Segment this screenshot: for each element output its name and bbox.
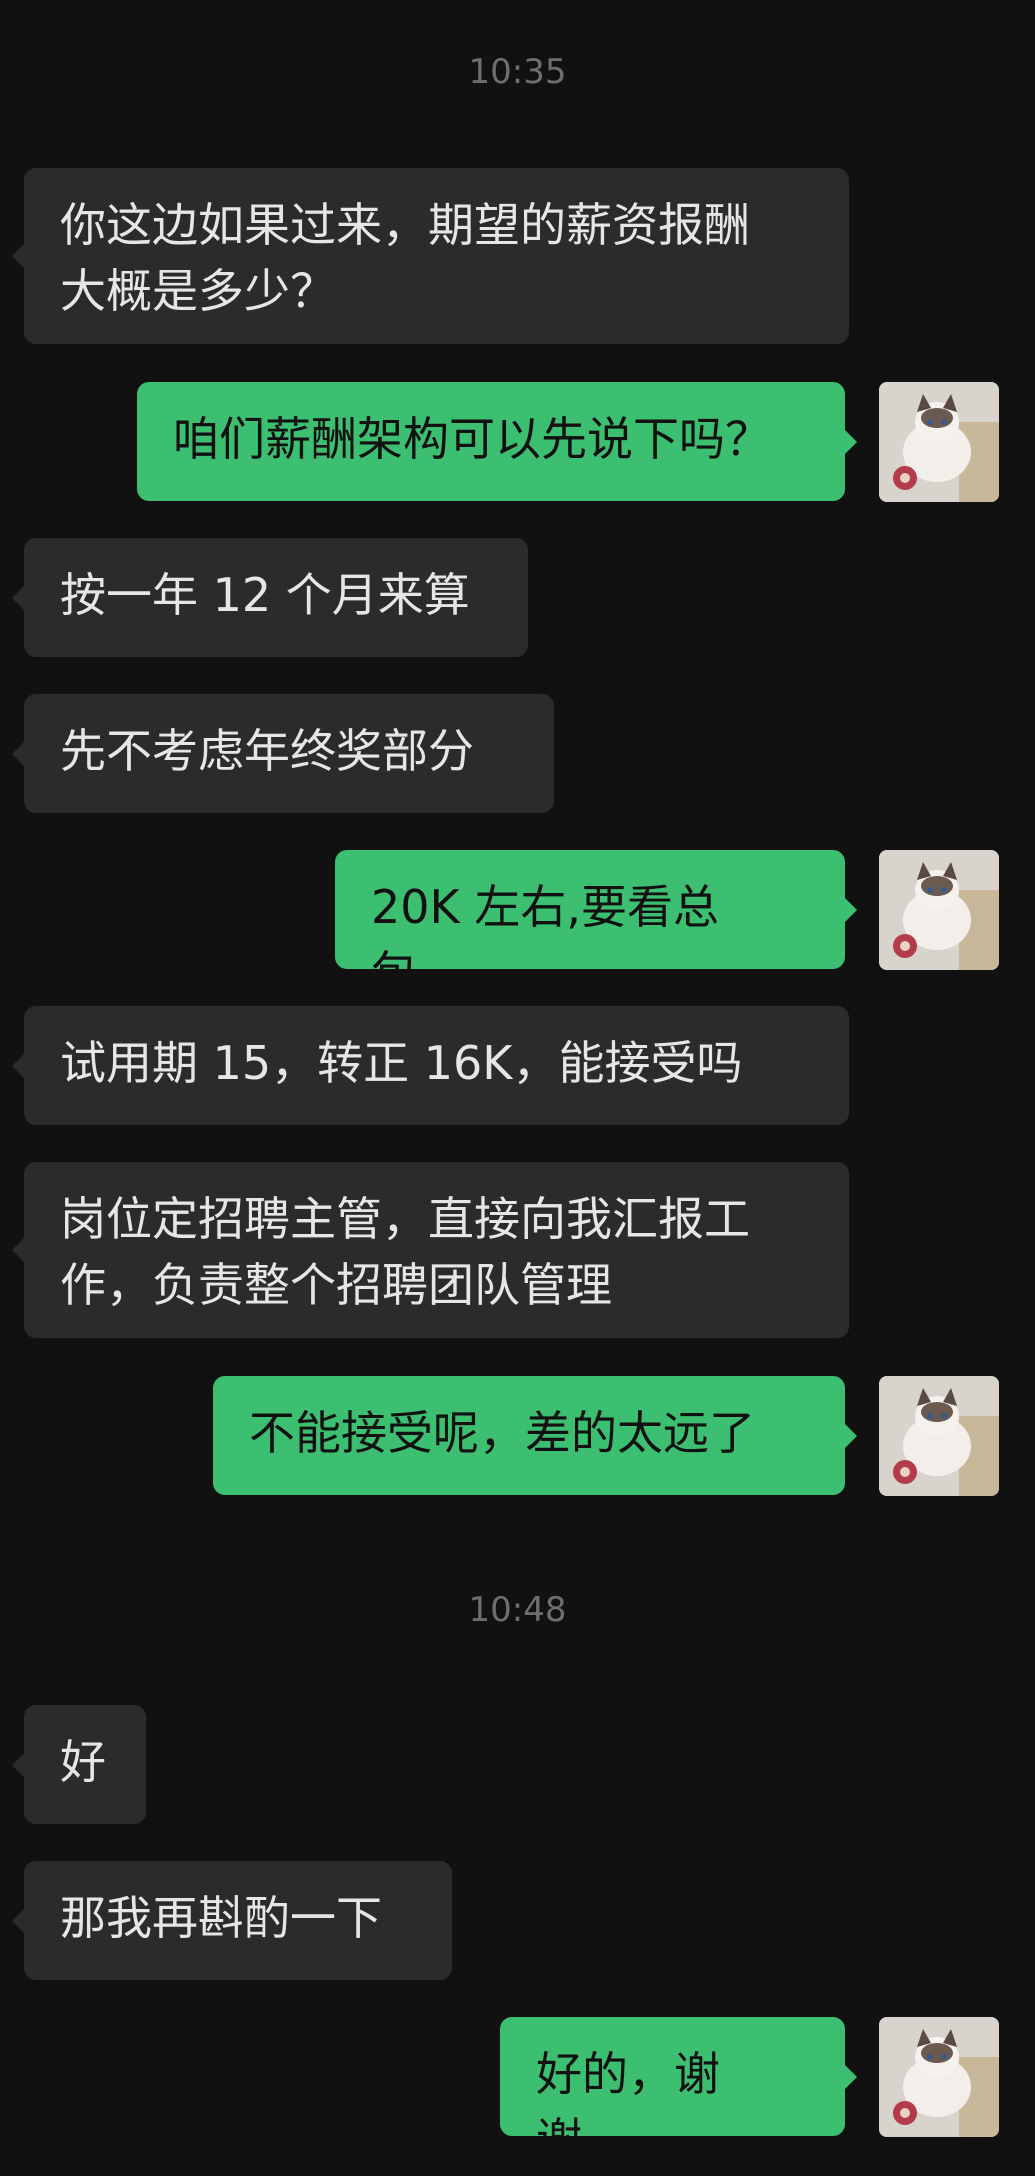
user-avatar[interactable] (879, 2017, 999, 2137)
message-incoming[interactable]: 那我再斟酌一下 (12, 1861, 452, 1980)
message-incoming[interactable]: 岗位定招聘主管，直接向我汇报工 作，负责整个招聘团队管理 (12, 1162, 849, 1338)
user-avatar[interactable] (879, 850, 999, 970)
cat-avatar-icon (879, 2017, 999, 2137)
message-incoming[interactable]: 好 (12, 1705, 146, 1824)
user-avatar[interactable] (879, 382, 999, 502)
message-incoming[interactable]: 你这边如果过来，期望的薪资报酬 大概是多少？ (12, 168, 849, 344)
message-incoming[interactable]: 按一年 12 个月来算 (12, 538, 528, 657)
timestamp: 10:35 (468, 52, 567, 92)
cat-avatar-icon (879, 1376, 999, 1496)
cat-avatar-icon (879, 850, 999, 970)
message-outgoing[interactable]: 好的，谢谢。 (500, 2017, 857, 2167)
message-incoming[interactable]: 试用期 15，转正 16K，能接受吗 (12, 1006, 849, 1125)
cat-avatar-icon (879, 382, 999, 502)
message-outgoing[interactable]: 咱们薪酬架构可以先说下吗？ (137, 382, 857, 501)
message-outgoing[interactable]: 不能接受呢，差的太远了 (213, 1376, 857, 1495)
message-incoming[interactable]: 先不考虑年终奖部分 (12, 694, 554, 813)
chat-view[interactable]: 10:35 你这边如果过来，期望的薪资报酬 大概是多少？ 咱们薪酬架构可以先说下… (0, 0, 1035, 2176)
message-outgoing[interactable]: 20K 左右,要看总包。 (335, 850, 857, 1000)
user-avatar[interactable] (879, 1376, 999, 1496)
timestamp: 10:48 (468, 1590, 567, 1630)
